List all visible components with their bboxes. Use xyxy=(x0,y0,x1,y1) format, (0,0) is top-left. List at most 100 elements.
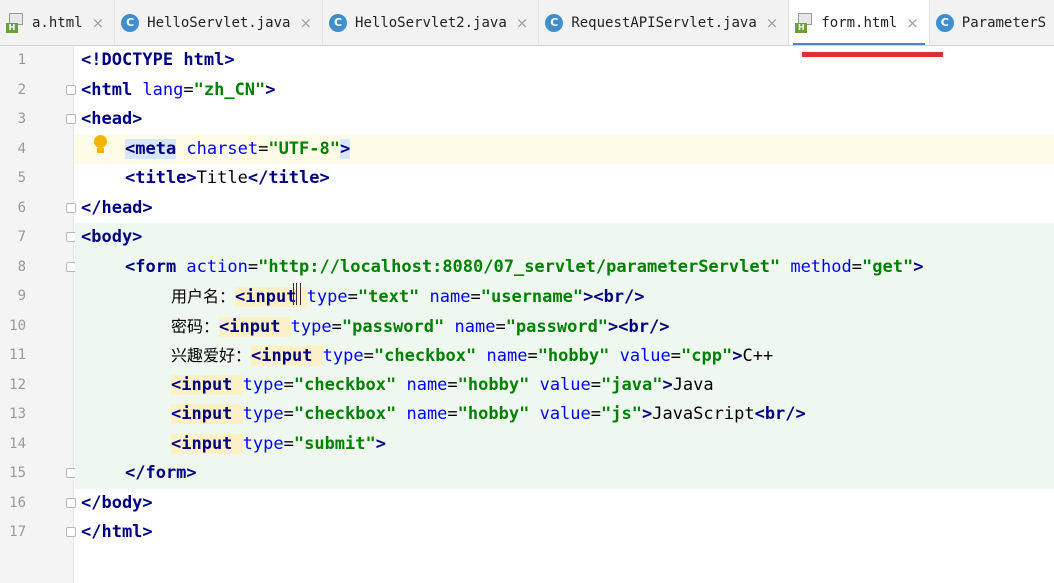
tag-close: > xyxy=(265,79,276,100)
code-line-15[interactable]: </form> xyxy=(75,459,1054,489)
tab-label: HelloServlet.java xyxy=(147,15,291,31)
code-line-12[interactable]: <input type="checkbox" name="hobby" valu… xyxy=(75,370,1054,400)
text-cursor-icon xyxy=(293,283,301,305)
tag-body-open: <body> xyxy=(81,227,143,247)
value-lang: "zh_CN" xyxy=(193,79,266,100)
value-name: "username" xyxy=(480,287,584,307)
code-line-14[interactable]: <input type="submit"> xyxy=(75,429,1054,459)
value-value: "cpp" xyxy=(681,346,733,366)
close-icon[interactable]: × xyxy=(516,14,529,32)
attr-type: type xyxy=(290,316,332,337)
code-line-6[interactable]: </head> xyxy=(75,194,1054,224)
tab-helloservlet2-java[interactable]: C HelloServlet2.java × xyxy=(323,0,540,45)
code-line-1[interactable]: <!DOCTYPE html> xyxy=(75,46,1054,76)
eq: = xyxy=(851,256,862,277)
code-line-9[interactable]: 用户名：<input type="text" name="username"><… xyxy=(75,282,1054,312)
eq: = xyxy=(283,404,294,424)
doctype-open: <!DOCTYPE xyxy=(81,50,184,70)
code-line-11[interactable]: 兴趣爱好：<input type="checkbox" name="hobby"… xyxy=(75,341,1054,371)
code-line-4[interactable]: <meta charset="UTF-8"> xyxy=(75,134,1054,164)
eq: = xyxy=(527,346,538,366)
line-number: 1 xyxy=(17,52,26,68)
eq: = xyxy=(590,404,602,424)
attr-name: name xyxy=(429,287,471,307)
code-line-3[interactable]: <head> xyxy=(75,105,1054,135)
tag-head-close: </head> xyxy=(81,197,153,218)
label-hobby: 兴趣爱好： xyxy=(171,346,252,365)
code-line-13[interactable]: <input type="checkbox" name="hobby" valu… xyxy=(75,400,1054,430)
tag-html-open: <html xyxy=(81,79,143,100)
eq: = xyxy=(363,346,374,366)
close-icon[interactable]: × xyxy=(299,14,312,32)
tag-form-close: </form> xyxy=(125,463,197,483)
line-number: 12 xyxy=(9,376,26,393)
tag-title-close: </title> xyxy=(247,168,330,188)
attr-method: method xyxy=(790,256,852,277)
value-name: "hobby" xyxy=(457,404,530,424)
html-file-icon: H xyxy=(795,13,815,33)
attr-name: name xyxy=(406,374,448,395)
tab-a-html[interactable]: H a.html × xyxy=(0,0,116,45)
value-type: "checkbox" xyxy=(293,374,397,395)
code-line-10[interactable]: 密码：<input type="password" name="password… xyxy=(75,311,1054,341)
line-number-gutter: 1 2 3 4 5 6 7 8 9 10 11 12 13 14 15 16 1… xyxy=(0,46,76,583)
line-number: 9 xyxy=(17,288,26,304)
tag-close: > xyxy=(339,138,351,159)
tag-close: > xyxy=(641,404,653,424)
code-line-2[interactable]: <html lang="zh_CN"> xyxy=(75,76,1054,106)
line-number: 4 xyxy=(17,140,26,157)
code-line-7[interactable]: <body> xyxy=(75,223,1054,253)
line-number: 5 xyxy=(17,170,26,186)
java-class-icon: C xyxy=(121,14,140,32)
close-icon[interactable]: × xyxy=(906,14,919,32)
tab-label: HelloServlet2.java xyxy=(355,15,507,31)
java-class-icon: C xyxy=(545,14,564,32)
lightbulb-icon[interactable] xyxy=(93,135,109,157)
tab-helloservlet-java[interactable]: C HelloServlet.java × xyxy=(115,0,324,45)
code-line-17[interactable]: </html> xyxy=(75,518,1054,548)
tag-br: <br/> xyxy=(754,404,806,424)
code-line-16[interactable]: </body> xyxy=(75,489,1054,519)
tag-html-close: </html> xyxy=(81,522,153,542)
value-name: "hobby" xyxy=(457,374,530,395)
attr-value: value xyxy=(619,346,671,366)
eq: = xyxy=(447,404,458,424)
attr-charset: charset xyxy=(176,138,259,159)
code-line-8[interactable]: <form action="http://localhost:8080/07_s… xyxy=(75,252,1054,282)
tag-input: <input xyxy=(251,346,323,366)
tag-body-close: </body> xyxy=(81,492,153,513)
tag-input: <input xyxy=(219,316,291,337)
option-text: JavaScript xyxy=(652,404,755,424)
code-line-5[interactable]: <title>Title</title> xyxy=(75,164,1054,194)
value-value: "java" xyxy=(601,374,663,395)
line-number: 16 xyxy=(9,494,26,511)
close-icon[interactable]: × xyxy=(766,14,779,32)
eq: = xyxy=(283,374,294,395)
label-username: 用户名： xyxy=(171,287,236,306)
java-class-icon: C xyxy=(935,14,954,32)
code-editor[interactable]: <!DOCTYPE html> <html lang="zh_CN"> <hea… xyxy=(75,46,1054,583)
tab-label: form.html xyxy=(821,15,898,31)
attr-type: type xyxy=(242,374,284,395)
eq: = xyxy=(470,287,481,307)
eq: = xyxy=(283,433,294,454)
line-number: 10 xyxy=(9,317,26,334)
line-number: 13 xyxy=(9,406,26,422)
tab-parameterservlet-java[interactable]: C ParameterS xyxy=(930,0,1054,45)
tag-meta: <meta xyxy=(125,138,177,159)
line-number: 11 xyxy=(9,347,26,363)
value-type: "checkbox" xyxy=(373,346,477,366)
tag-title-open: <title> xyxy=(125,168,197,188)
tag-head-open: <head> xyxy=(81,109,143,129)
eq: = xyxy=(258,138,269,159)
eq: = xyxy=(495,316,506,337)
tab-form-html[interactable]: H form.html × xyxy=(789,0,930,45)
close-icon[interactable]: × xyxy=(92,14,105,32)
tab-requestapiservlet-java[interactable]: C RequestAPIServlet.java × xyxy=(539,0,790,45)
tag-close: > xyxy=(375,433,386,454)
